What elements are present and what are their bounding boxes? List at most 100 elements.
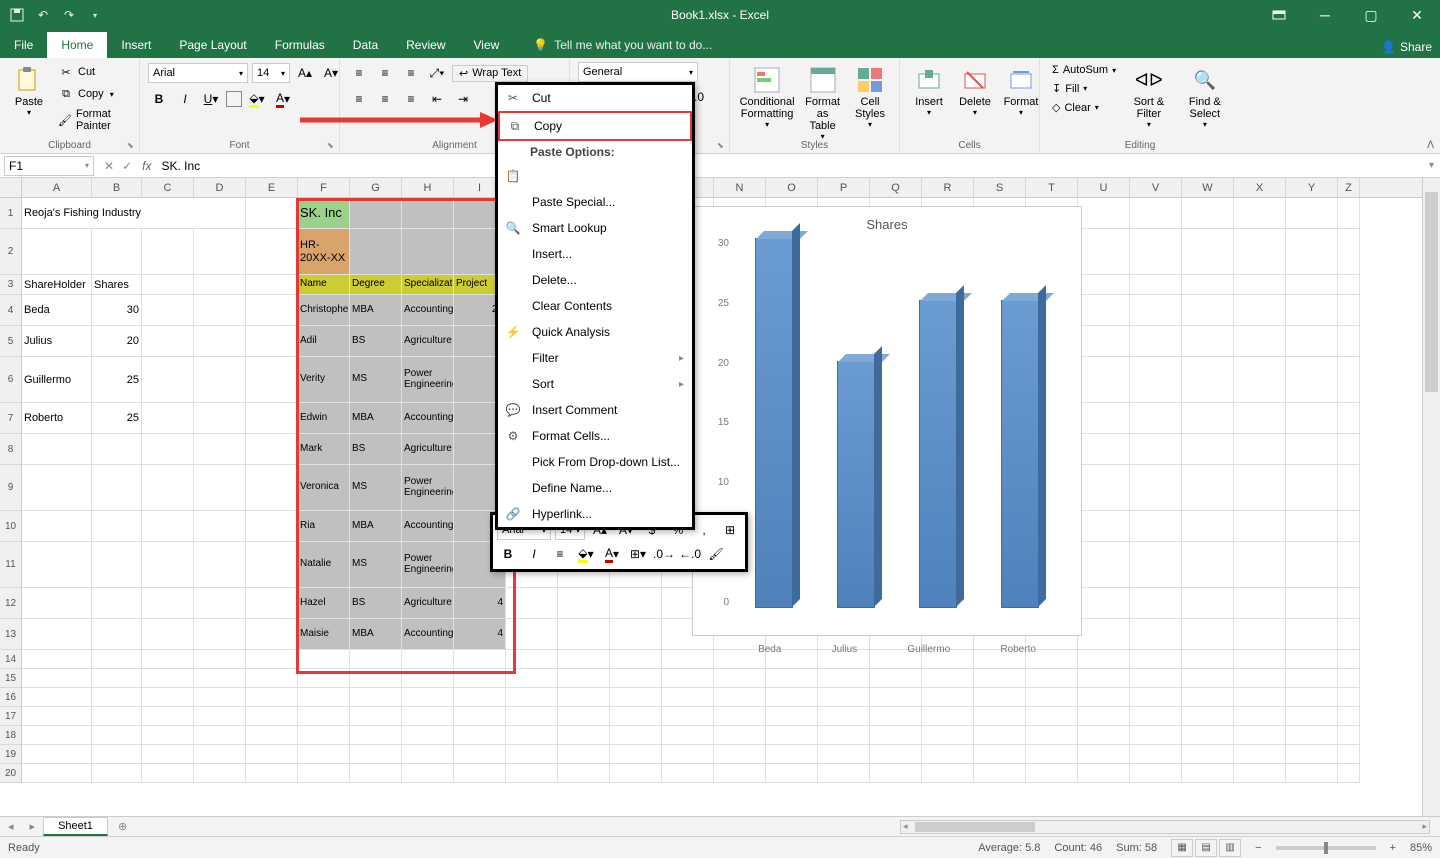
spreadsheet-grid[interactable]: ABCDEFGHIJKLMNOPQRSTUVWXYZ 1Reoja's Fish… <box>0 178 1422 816</box>
cell-G20[interactable] <box>350 764 402 783</box>
cell-W15[interactable] <box>1182 669 1234 688</box>
cell-V17[interactable] <box>1130 707 1182 726</box>
cell-U5[interactable] <box>1078 326 1130 357</box>
cell-A9[interactable] <box>22 465 92 511</box>
cell-S16[interactable] <box>974 688 1026 707</box>
cell-L16[interactable] <box>610 688 662 707</box>
cell-C19[interactable] <box>142 745 194 764</box>
cell-V12[interactable] <box>1130 588 1182 619</box>
cell-V11[interactable] <box>1130 542 1182 588</box>
cell-R17[interactable] <box>922 707 974 726</box>
cell-W8[interactable] <box>1182 434 1234 465</box>
underline-button[interactable]: U▾ <box>200 88 222 110</box>
tell-me-search[interactable]: 💡 Tell me what you want to do... <box>533 38 712 58</box>
cell-F7[interactable]: Edwin <box>298 403 350 434</box>
cell-Y3[interactable] <box>1286 275 1338 295</box>
cell-A10[interactable] <box>22 511 92 542</box>
close-icon[interactable]: ✕ <box>1394 0 1440 30</box>
cell-C5[interactable] <box>142 326 194 357</box>
cell-H9[interactable]: Power Engineering <box>402 465 454 511</box>
cell-A5[interactable]: Julius <box>22 326 92 357</box>
cell-U8[interactable] <box>1078 434 1130 465</box>
ctx-paste-special-[interactable]: Paste Special... <box>498 189 692 215</box>
cell-U19[interactable] <box>1078 745 1130 764</box>
cut-button[interactable]: ✂Cut <box>54 62 131 82</box>
cell-B10[interactable] <box>92 511 142 542</box>
mini-dec-decimal-icon[interactable]: ←.0 <box>679 543 701 565</box>
cell-L17[interactable] <box>610 707 662 726</box>
bold-button[interactable]: B <box>148 88 170 110</box>
chart-bar-Beda[interactable] <box>755 238 793 608</box>
cell-B20[interactable] <box>92 764 142 783</box>
formula-input[interactable]: SK. Inc <box>157 159 1429 173</box>
ctx-quick-analysis[interactable]: ⚡Quick Analysis <box>498 319 692 345</box>
cell-V4[interactable] <box>1130 295 1182 326</box>
delete-cells-button[interactable]: Delete▾ <box>954 62 996 119</box>
cell-E16[interactable] <box>246 688 298 707</box>
cell-O19[interactable] <box>766 745 818 764</box>
cell-H13[interactable]: Accounting <box>402 619 454 650</box>
cell-H4[interactable]: Accounting <box>402 295 454 326</box>
col-header-B[interactable]: B <box>92 178 142 197</box>
cell-D15[interactable] <box>194 669 246 688</box>
cell-E6[interactable] <box>246 357 298 403</box>
cell-A1[interactable]: Reoja's Fishing Industry <box>22 198 246 229</box>
chart-bar-Guillermo[interactable] <box>919 300 957 608</box>
row-header-20[interactable]: 20 <box>0 764 22 783</box>
cell-J14[interactable] <box>506 650 558 669</box>
row-header-4[interactable]: 4 <box>0 295 22 326</box>
cell-H2[interactable] <box>402 229 454 275</box>
cell-U15[interactable] <box>1078 669 1130 688</box>
cell-J18[interactable] <box>506 726 558 745</box>
cell-T20[interactable] <box>1026 764 1078 783</box>
name-box[interactable]: F1▾ <box>4 156 94 176</box>
ctx-pick-from-drop-down-list-[interactable]: Pick From Drop-down List... <box>498 449 692 475</box>
cell-X12[interactable] <box>1234 588 1286 619</box>
ctx-define-name-[interactable]: Define Name... <box>498 475 692 501</box>
fx-icon[interactable]: fx <box>142 159 151 173</box>
cell-U11[interactable] <box>1078 542 1130 588</box>
cell-K16[interactable] <box>558 688 610 707</box>
cell-R18[interactable] <box>922 726 974 745</box>
cell-E2[interactable] <box>246 229 298 275</box>
cell-O15[interactable] <box>766 669 818 688</box>
align-left-icon[interactable]: ≡ <box>348 88 370 110</box>
cell-K19[interactable] <box>558 745 610 764</box>
mini-align-icon[interactable]: ≡ <box>549 543 571 565</box>
mini-format-icon[interactable]: ⊞ <box>719 519 741 541</box>
row-header-1[interactable]: 1 <box>0 198 22 229</box>
mini-inc-decimal-icon[interactable]: .0→ <box>653 543 675 565</box>
cell-U14[interactable] <box>1078 650 1130 669</box>
cell-Y18[interactable] <box>1286 726 1338 745</box>
cell-W5[interactable] <box>1182 326 1234 357</box>
cell-F20[interactable] <box>298 764 350 783</box>
cell-F13[interactable]: Maisie <box>298 619 350 650</box>
cell-W20[interactable] <box>1182 764 1234 783</box>
cell-H12[interactable]: Agriculture <box>402 588 454 619</box>
find-select-button[interactable]: 🔍Find & Select▾ <box>1178 62 1232 131</box>
cell-W2[interactable] <box>1182 229 1234 275</box>
conditional-formatting-button[interactable]: Conditional Formatting▾ <box>738 62 796 131</box>
cell-Z20[interactable] <box>1338 764 1360 783</box>
cell-F11[interactable]: Natalie <box>298 542 350 588</box>
font-size-combo[interactable]: 14▾ <box>252 63 290 83</box>
cell-H14[interactable] <box>402 650 454 669</box>
cell-F14[interactable] <box>298 650 350 669</box>
cell-B12[interactable] <box>92 588 142 619</box>
increase-font-icon[interactable]: A▴ <box>294 62 316 84</box>
cell-A6[interactable]: Guillermo <box>22 357 92 403</box>
cell-V14[interactable] <box>1130 650 1182 669</box>
cell-C7[interactable] <box>142 403 194 434</box>
cell-E12[interactable] <box>246 588 298 619</box>
cell-O18[interactable] <box>766 726 818 745</box>
font-name-combo[interactable]: Arial▾ <box>148 63 248 83</box>
format-cells-button[interactable]: Format▾ <box>1000 62 1042 119</box>
maximize-icon[interactable]: ▢ <box>1348 0 1394 30</box>
cell-F10[interactable]: Ria <box>298 511 350 542</box>
cell-B9[interactable] <box>92 465 142 511</box>
cell-Z12[interactable] <box>1338 588 1360 619</box>
cell-Y7[interactable] <box>1286 403 1338 434</box>
cell-H18[interactable] <box>402 726 454 745</box>
row-header-19[interactable]: 19 <box>0 745 22 764</box>
col-header-E[interactable]: E <box>246 178 298 197</box>
